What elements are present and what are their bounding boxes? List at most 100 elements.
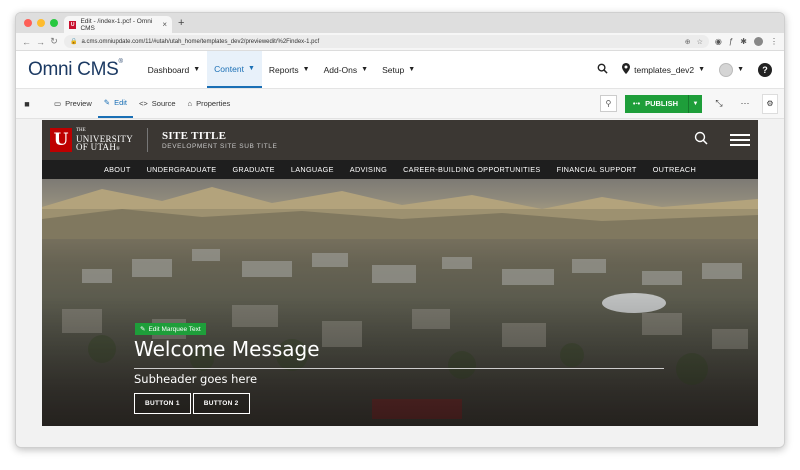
site-nav-advising[interactable]: ADVISING: [350, 165, 387, 174]
chevron-down-icon: ▼: [193, 66, 201, 73]
user-menu[interactable]: ▼: [719, 62, 744, 77]
view-mode-tabs: ▭ Preview ✎ Edit <> Source ⌂ Properties: [48, 89, 236, 118]
puzzle-icon[interactable]: ✱: [740, 37, 747, 46]
close-window-button[interactable]: [24, 19, 32, 27]
chevron-down-icon: ▼: [408, 66, 416, 73]
menu-add-ons[interactable]: Add-Ons ▼: [317, 51, 375, 88]
site-nav-financial-support[interactable]: FINANCIAL SUPPORT: [557, 165, 637, 174]
chevron-down-icon: ▼: [737, 66, 744, 73]
pin-icon[interactable]: ⚲: [599, 95, 617, 112]
browser-tab[interactable]: U Edit - /index-1.pcf - Omni CMS ×: [64, 16, 172, 33]
university-wordmark: THE UNIVERSITY OF UTAH®: [76, 127, 133, 154]
chevron-down-icon: ▼: [302, 66, 310, 73]
hero-subheader[interactable]: Subheader goes here: [134, 372, 257, 386]
properties-icon: ⌂: [187, 99, 193, 108]
tab-properties[interactable]: ⌂ Properties: [182, 89, 237, 118]
more-menu-icon[interactable]: ⋮: [770, 37, 778, 46]
hero-button-1[interactable]: BUTTON 1: [134, 393, 191, 414]
zoom-icon[interactable]: ⊕: [685, 38, 691, 46]
menu-label: Reports: [268, 64, 299, 75]
tab-edit[interactable]: ✎ Edit: [97, 89, 134, 118]
gadgets-toggle-icon[interactable]: ⚙: [762, 93, 778, 114]
logo-text: Omni CMS: [28, 58, 119, 80]
site-nav-undergraduate[interactable]: UNDERGRADUATE: [147, 165, 217, 174]
url-field[interactable]: 🔒 a.cms.omniupdate.com/11/#utah/utah_hom…: [64, 35, 709, 48]
menu-label: Add-Ons: [323, 64, 358, 75]
menu-dashboard[interactable]: Dashboard ▼: [141, 51, 208, 88]
favicon-icon: U: [69, 20, 77, 29]
site-main-nav: ABOUT UNDERGRADUATE GRADUATE LANGUAGE AD…: [42, 160, 758, 179]
cms-top-nav: Omni CMS® Dashboard ▼ Content ▼ Reports ▼ A…: [16, 51, 784, 89]
url-text: a.cms.omniupdate.com/11/#utah/utah_home/…: [81, 38, 320, 45]
site-nav-language[interactable]: LANGUAGE: [291, 165, 334, 174]
extension-icon[interactable]: ◉: [715, 37, 722, 46]
site-selector[interactable]: templates_dev2 ▼: [622, 63, 705, 76]
edit-marquee-button[interactable]: ✎ Edit Marquee Text: [135, 323, 206, 335]
site-selector-label: templates_dev2: [634, 64, 695, 75]
publish-label: PUBLISH: [645, 99, 678, 108]
u-block-logo-icon: U: [50, 128, 72, 152]
location-pin-icon: [622, 63, 631, 76]
hero-marquee: ✎ Edit Marquee Text Welcome Message Subh…: [42, 179, 758, 426]
editor-toolbar: ■ ▭ Preview ✎ Edit <> Source ⌂ Properties ⚲ …: [16, 89, 784, 119]
hero-button-2[interactable]: BUTTON 2: [192, 393, 250, 414]
menu-label: Dashboard: [147, 64, 190, 75]
hamburger-menu-icon[interactable]: [730, 134, 750, 146]
menu-content[interactable]: Content ▼: [207, 51, 262, 88]
chevron-down-icon: ▼: [361, 66, 369, 73]
reload-icon[interactable]: ↻: [50, 36, 58, 47]
tab-label: Preview: [65, 99, 92, 108]
publish-button[interactable]: •ᐧ• PUBLISH ▼: [624, 94, 702, 113]
university-logo[interactable]: U THE UNIVERSITY OF UTAH®: [50, 127, 133, 154]
menu-label: Content: [214, 63, 244, 74]
search-icon[interactable]: [694, 131, 708, 150]
site-title: SITE TITLE: [162, 130, 227, 142]
preview-canvas: U THE UNIVERSITY OF UTAH® SITE TITLE DEV…: [16, 120, 784, 447]
code-icon: <>: [139, 99, 148, 108]
site-header-icons: [694, 131, 750, 150]
close-tab-icon[interactable]: ×: [162, 20, 167, 29]
site-nav-graduate[interactable]: GRADUATE: [232, 165, 274, 174]
tab-preview[interactable]: ▭ Preview: [48, 89, 98, 118]
publish-dropdown-icon[interactable]: ▼: [688, 94, 702, 113]
profile-icon[interactable]: [754, 37, 763, 46]
collapse-icon[interactable]: ⤡: [710, 98, 728, 109]
pencil-icon: ✎: [140, 326, 146, 333]
hero-divider: [134, 368, 664, 369]
search-icon[interactable]: [597, 63, 608, 76]
cms-nav-right: templates_dev2 ▼ ▼ ?: [597, 62, 772, 77]
site-header: U THE UNIVERSITY OF UTAH® SITE TITLE DEV…: [42, 120, 758, 160]
site-nav-outreach[interactable]: OUTREACH: [653, 165, 696, 174]
menu-setup[interactable]: Setup ▼: [375, 51, 422, 88]
logo-reg: ®: [116, 146, 121, 152]
new-tab-button[interactable]: +: [178, 17, 184, 29]
maximize-window-button[interactable]: [50, 19, 58, 27]
cms-main-menu: Dashboard ▼ Content ▼ Reports ▼ Add-Ons ▼ Se…: [141, 51, 423, 88]
site-nav-about[interactable]: ABOUT: [104, 165, 131, 174]
help-icon[interactable]: ?: [758, 62, 772, 77]
chevron-down-icon: ▼: [698, 66, 706, 73]
star-icon[interactable]: ☆: [697, 38, 703, 46]
more-options-icon[interactable]: ⋯: [736, 98, 754, 109]
edit-marquee-label: Edit Marquee Text: [148, 325, 201, 333]
browser-window: U Edit - /index-1.pcf - Omni CMS × + ← →…: [15, 12, 785, 448]
forward-icon[interactable]: →: [36, 37, 45, 47]
tab-source[interactable]: <> Source: [133, 89, 182, 118]
folder-icon[interactable]: ■: [18, 94, 36, 114]
function-icon[interactable]: ƒ: [729, 37, 733, 46]
address-bar-row: ← → ↻ 🔒 a.cms.omniupdate.com/11/#utah/ut…: [16, 33, 784, 51]
tab-label: Edit: [114, 98, 128, 107]
menu-reports[interactable]: Reports ▼: [262, 51, 317, 88]
minimize-window-button[interactable]: [37, 19, 45, 27]
omni-cms-logo[interactable]: Omni CMS®: [28, 59, 123, 81]
back-icon[interactable]: ←: [22, 37, 31, 47]
tab-label: Source: [151, 99, 176, 108]
window-controls: [24, 19, 58, 27]
monitor-icon: ▭: [54, 99, 62, 108]
menu-label: Setup: [382, 64, 405, 75]
tab-title: Edit - /index-1.pcf - Omni CMS: [80, 17, 153, 32]
site-nav-career-building[interactable]: CAREER-BUILDING OPPORTUNITIES: [403, 165, 541, 174]
pencil-icon: ✎: [103, 98, 111, 107]
browser-tabbar: U Edit - /index-1.pcf - Omni CMS × +: [16, 13, 784, 33]
hero-welcome-heading[interactable]: Welcome Message: [134, 337, 320, 361]
